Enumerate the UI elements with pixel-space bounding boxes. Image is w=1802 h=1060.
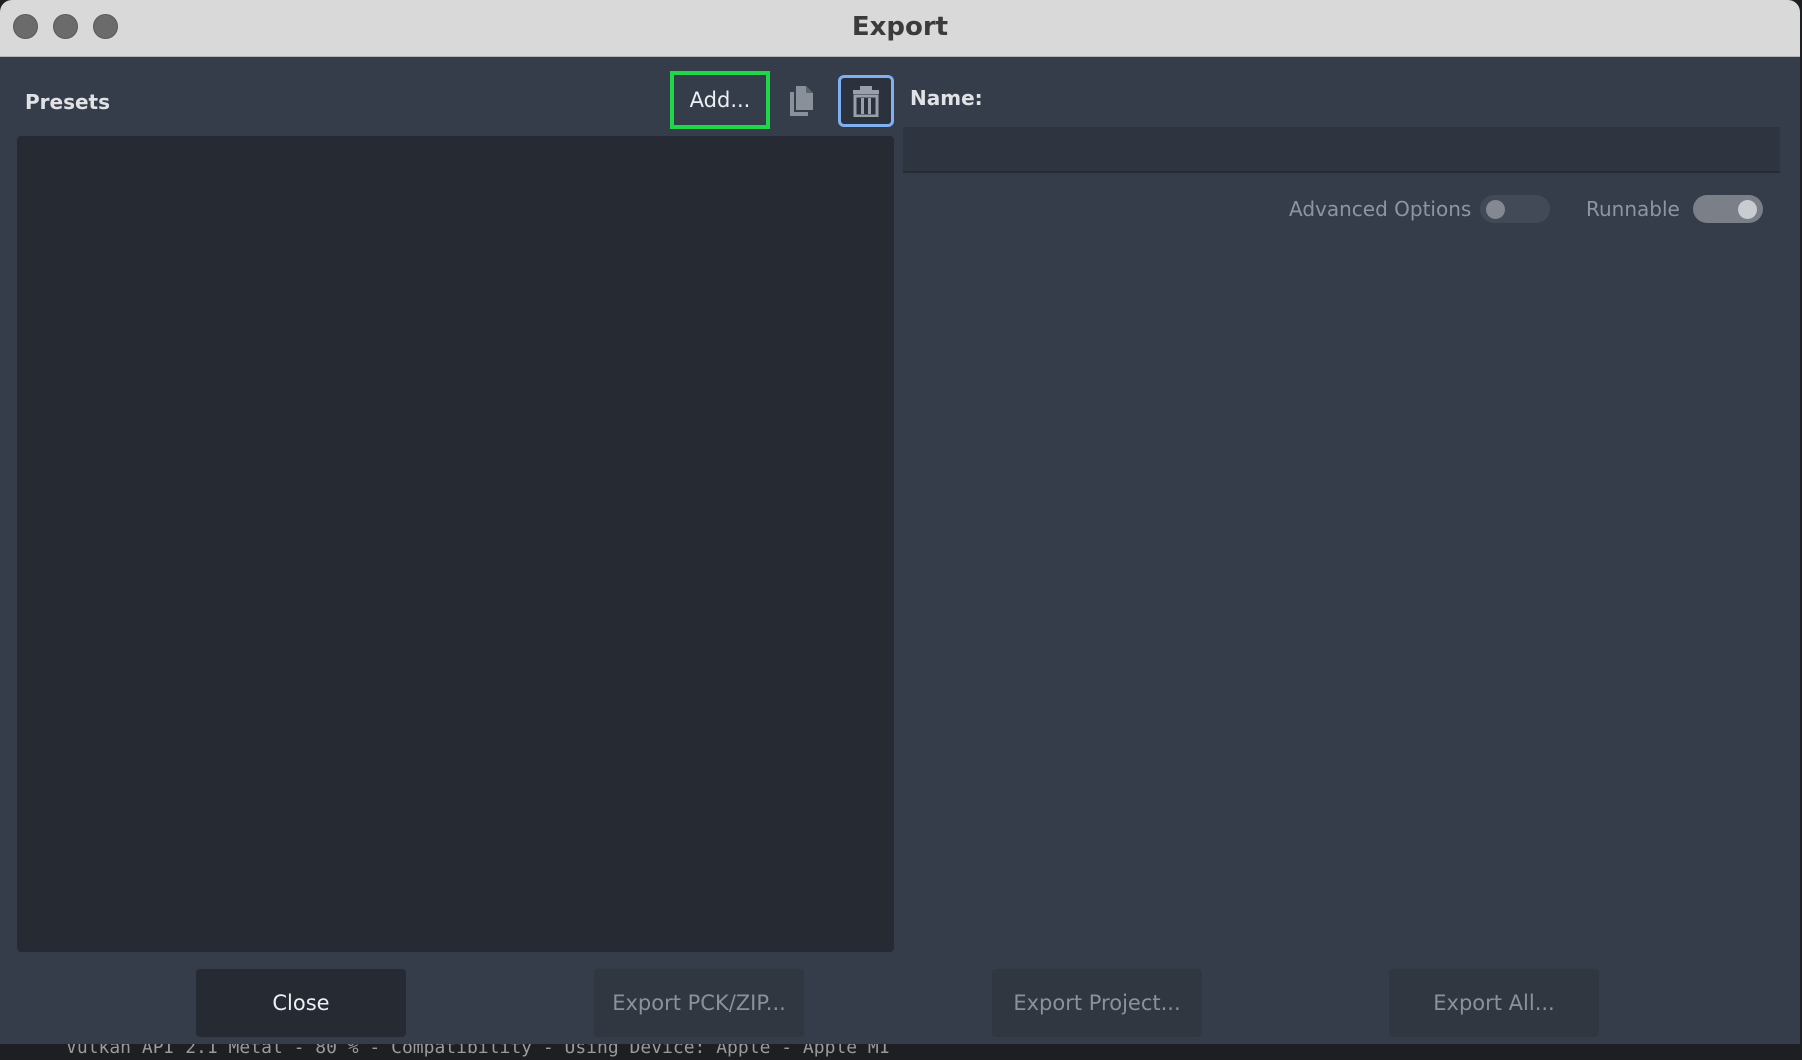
toggle-knob — [1486, 200, 1505, 219]
delete-preset-button[interactable] — [838, 75, 894, 127]
export-project-button[interactable]: Export Project... — [992, 969, 1202, 1037]
duplicate-icon[interactable] — [786, 84, 816, 118]
background-console-output: Vulkan API 2.1 Metal - 80 % - Compatibil… — [0, 1044, 1802, 1060]
advanced-options-label: Advanced Options — [1289, 197, 1472, 221]
advanced-options-toggle[interactable] — [1480, 195, 1550, 223]
name-field[interactable] — [903, 127, 1780, 173]
name-label: Name: — [910, 86, 983, 110]
add-preset-button[interactable]: Add... — [670, 71, 770, 129]
presets-label: Presets — [25, 90, 111, 114]
presets-list[interactable] — [17, 136, 894, 952]
title-bar: Export — [0, 0, 1800, 57]
trash-icon — [853, 86, 879, 117]
runnable-toggle[interactable] — [1693, 195, 1763, 223]
window-title: Export — [851, 12, 949, 42]
console-line: Vulkan API 2.1 Metal - 80 % - Compatibil… — [66, 1044, 890, 1058]
close-button[interactable]: Close — [196, 969, 406, 1037]
export-pck-zip-button[interactable]: Export PCK/ZIP... — [594, 969, 804, 1037]
export-all-button[interactable]: Export All... — [1389, 969, 1599, 1037]
runnable-label: Runnable — [1586, 197, 1680, 221]
export-dialog: Export Presets Add... Name: Advanced Opt… — [0, 0, 1800, 1056]
toggle-knob — [1738, 200, 1757, 219]
